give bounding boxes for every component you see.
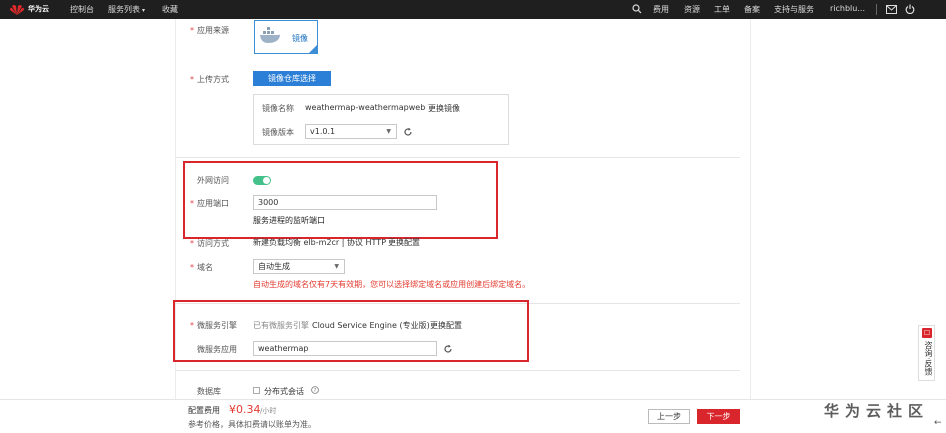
app-source-label: * 应用来源 bbox=[190, 26, 229, 35]
user-menu[interactable]: richblu... bbox=[830, 4, 865, 13]
next-step-button[interactable]: 下一步 bbox=[697, 409, 740, 424]
microservice-app-input[interactable]: weathermap bbox=[253, 341, 437, 356]
microservice-engine-label: * 微服务引擎 bbox=[190, 321, 237, 330]
public-access-toggle[interactable] bbox=[253, 176, 271, 185]
database-label: 数据库 bbox=[197, 387, 221, 396]
microservice-engine-label-text: 微服务引擎 bbox=[197, 321, 237, 330]
image-version-select[interactable]: v1.0.1 ▼ bbox=[305, 124, 397, 139]
brand-name[interactable]: 华为云 bbox=[28, 4, 49, 14]
svg-text:?: ? bbox=[314, 388, 317, 394]
toggle-knob bbox=[263, 177, 270, 184]
app-source-label-text: 应用来源 bbox=[197, 26, 229, 35]
nav-services-label: 服务列表 bbox=[108, 5, 140, 14]
docker-icon bbox=[260, 27, 280, 43]
prev-step-button[interactable]: 上一步 bbox=[648, 409, 690, 424]
arrow-left-icon[interactable]: ← bbox=[934, 418, 942, 428]
selected-corner-icon bbox=[309, 45, 317, 53]
nav-resources[interactable]: 资源 bbox=[684, 4, 700, 15]
upload-method-label-text: 上传方式 bbox=[197, 75, 229, 84]
bottom-action-bar: 配置费用 ¥0.34 /小时 参考价格，具体扣费请以账单为准。 上一步 下一步 … bbox=[0, 399, 946, 433]
domain-label-text: 域名 bbox=[197, 263, 213, 272]
microservice-engine-value: Cloud Service Engine (专业版) bbox=[312, 321, 430, 330]
caret-down-icon: ▼ bbox=[334, 263, 339, 270]
nav-services[interactable]: 服务列表 ▾ bbox=[108, 4, 145, 15]
app-port-hint: 服务进程的监听端口 bbox=[253, 216, 325, 225]
distributed-session-label: 分布式会话 bbox=[264, 387, 304, 396]
image-source-card[interactable]: 镜像 bbox=[254, 20, 318, 54]
image-card-label: 镜像 bbox=[292, 34, 308, 43]
fee-amount: ¥0.34 bbox=[229, 403, 261, 416]
distributed-session-checkbox[interactable] bbox=[253, 387, 260, 394]
microservice-app-label: 微服务应用 bbox=[197, 345, 237, 354]
fee-label: 配置费用 bbox=[188, 406, 220, 415]
public-access-label: 外网访问 bbox=[197, 176, 229, 185]
search-icon[interactable] bbox=[632, 4, 642, 14]
change-image-link[interactable]: 更换镜像 bbox=[428, 103, 460, 114]
image-version-label: 镜像版本 bbox=[262, 128, 294, 137]
access-mode-label-text: 访问方式 bbox=[197, 239, 229, 248]
section-divider bbox=[175, 157, 740, 158]
power-icon[interactable] bbox=[905, 4, 915, 14]
topbar-divider bbox=[876, 4, 877, 15]
nav-record[interactable]: 备案 bbox=[744, 4, 760, 15]
nav-fees[interactable]: 费用 bbox=[653, 4, 669, 15]
nav-console[interactable]: 控制台 bbox=[70, 4, 94, 15]
top-navigation-bar: 华为云 控制台 服务列表 ▾ 收藏 费用 资源 工单 备案 支持与服务 richb… bbox=[0, 0, 946, 19]
image-version-value: v1.0.1 bbox=[310, 127, 336, 136]
refresh-icon[interactable] bbox=[443, 344, 453, 354]
nav-support[interactable]: 支持与服务 bbox=[774, 4, 814, 15]
app-port-label-text: 应用端口 bbox=[197, 199, 229, 208]
image-name-value: weathermap-weathermapweb bbox=[305, 103, 426, 112]
fee-note: 参考价格，具体扣费请以账单为准。 bbox=[188, 420, 316, 429]
consult-feedback-widget[interactable]: ☐ 咨询·反馈 bbox=[918, 325, 935, 381]
domain-warning: 自动生成的域名仅有7天有效期，您可以选择绑定域名或应用创建后绑定域名。 bbox=[253, 280, 531, 289]
upload-method-label: * 上传方式 bbox=[190, 75, 229, 84]
repo-select-button[interactable]: 镜像仓库选择 bbox=[253, 71, 331, 86]
caret-down-icon: ▼ bbox=[386, 128, 391, 135]
app-port-input[interactable]: 3000 bbox=[253, 195, 437, 210]
feedback-icon: ☐ bbox=[922, 328, 932, 338]
domain-select[interactable]: 自动生成 ▼ bbox=[253, 259, 345, 274]
nav-tickets[interactable]: 工单 bbox=[714, 4, 730, 15]
image-name-label: 镜像名称 bbox=[262, 104, 294, 113]
nav-favorites[interactable]: 收藏 bbox=[162, 4, 178, 15]
domain-label: * 域名 bbox=[190, 263, 213, 272]
access-mode-value: 新建负载均衡 elb-m2cr | 协议 HTTP bbox=[253, 238, 387, 247]
huawei-logo-icon[interactable] bbox=[9, 3, 25, 16]
domain-value: 自动生成 bbox=[258, 262, 290, 271]
fee-unit: /小时 bbox=[260, 407, 277, 415]
access-mode-label: * 访问方式 bbox=[190, 239, 229, 248]
app-port-label: * 应用端口 bbox=[190, 199, 229, 208]
chevron-down-icon: ▾ bbox=[142, 7, 146, 14]
microservice-change-link[interactable]: 更换配置 bbox=[430, 320, 462, 331]
change-access-config-link[interactable]: 更换配置 bbox=[388, 237, 420, 248]
consult-feedback-text: 咨询·反馈 bbox=[924, 341, 933, 376]
huawei-cloud-community-watermark: 华为云社区 bbox=[824, 402, 930, 420]
microservice-engine-prefix: 已有微服务引擎 bbox=[253, 321, 309, 330]
refresh-icon[interactable] bbox=[403, 127, 413, 137]
mail-icon[interactable] bbox=[886, 5, 897, 14]
help-circle-icon[interactable]: ? bbox=[311, 386, 319, 394]
section-divider bbox=[175, 370, 740, 371]
